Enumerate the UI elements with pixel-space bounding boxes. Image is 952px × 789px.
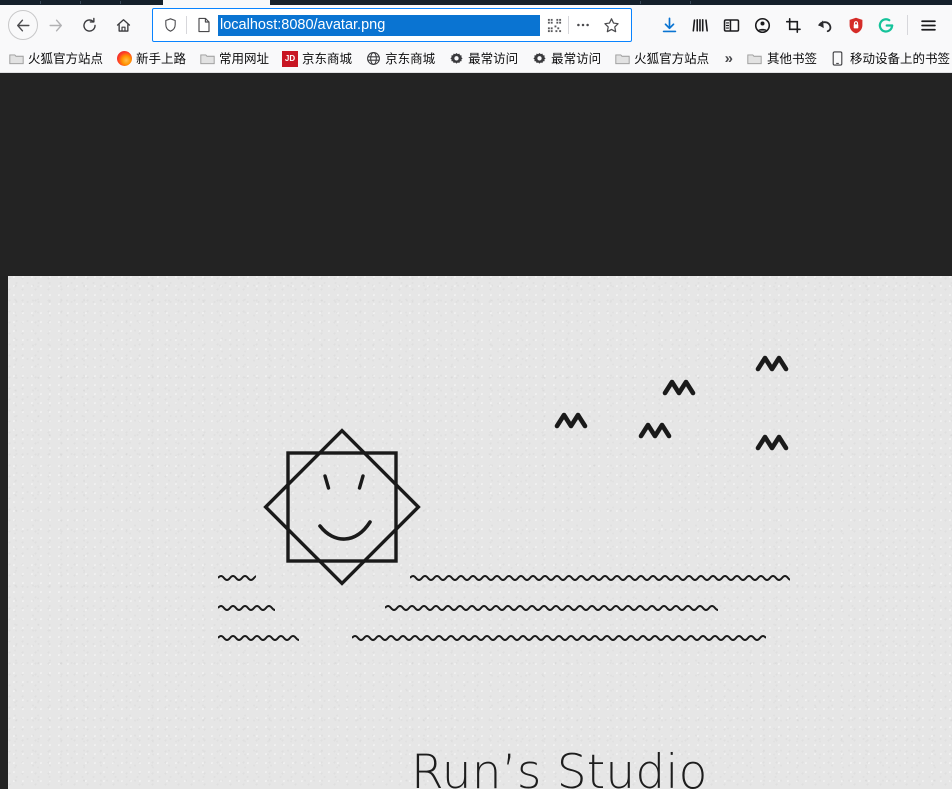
bookmark-item[interactable]: 最常访问 — [443, 48, 523, 70]
bookmark-item[interactable]: 火狐官方站点 — [3, 48, 108, 70]
logo-title: Run’s Studio — [411, 745, 708, 789]
viewer-backdrop — [0, 73, 952, 276]
back-button[interactable] — [8, 10, 38, 40]
globe-icon — [365, 51, 381, 67]
folder-icon — [8, 51, 24, 67]
undo-close-tab-icon[interactable] — [809, 9, 840, 41]
jd-favicon-icon: JD — [282, 50, 299, 67]
folder-icon — [747, 51, 763, 67]
reload-button[interactable] — [72, 8, 106, 42]
bookmark-label: 京东商城 — [302, 51, 353, 66]
browser-window: localhost:8080/avatar.png 火狐官方站点 新手上路 常用… — [0, 0, 952, 789]
library-icon[interactable] — [685, 9, 716, 41]
avatar-image[interactable]: Run’s Studio Since 2012 — [8, 276, 952, 789]
firefox-favicon-icon — [116, 51, 132, 67]
other-bookmarks-item[interactable]: 其他书签 — [742, 48, 822, 70]
ellipsis-icon[interactable] — [569, 11, 597, 39]
mobile-bookmarks-item[interactable]: 移动设备上的书签 — [825, 48, 952, 70]
wave-lines-group — [218, 575, 790, 641]
qr-code-icon[interactable] — [540, 11, 568, 39]
sidebar-icon[interactable] — [716, 9, 747, 41]
tab-separator — [80, 1, 81, 4]
mobile-device-icon — [830, 51, 846, 67]
gear-icon — [531, 51, 547, 67]
urlbar-actions — [540, 11, 631, 39]
bookmark-item[interactable]: 京东商城 — [360, 48, 440, 70]
hamburger-menu-icon[interactable] — [913, 9, 944, 41]
bookmark-label: 火狐官方站点 — [28, 51, 104, 66]
toolbar-separator — [907, 15, 908, 35]
bookmark-label: 新手上路 — [136, 51, 187, 66]
bookmark-item[interactable]: 最常访问 — [526, 48, 606, 70]
toolbar-right — [654, 9, 950, 41]
url-bar[interactable]: localhost:8080/avatar.png — [152, 8, 632, 42]
screenshot-icon[interactable] — [778, 9, 809, 41]
bookmark-item[interactable]: 火狐官方站点 — [609, 48, 714, 70]
site-identity-shield-icon[interactable] — [153, 17, 184, 33]
downloads-icon[interactable] — [654, 9, 685, 41]
tab-separator — [690, 1, 691, 4]
folder-icon — [199, 51, 215, 67]
bookmark-label: 火狐官方站点 — [634, 51, 710, 66]
folder-icon — [614, 51, 630, 67]
page-document-icon — [189, 17, 217, 33]
bookmark-item[interactable]: 常用网址 — [194, 48, 274, 70]
bookmark-label: 移动设备上的书签 — [849, 51, 950, 66]
account-icon[interactable] — [747, 9, 778, 41]
bookmark-star-icon[interactable] — [597, 11, 625, 39]
bookmark-item[interactable]: 新手上路 — [111, 48, 191, 70]
grammarly-icon[interactable] — [871, 9, 902, 41]
bookmark-label: 最常访问 — [468, 51, 519, 66]
urlbar-divider — [186, 16, 187, 34]
bookmark-label: 其他书签 — [766, 51, 817, 66]
bookmarks-toolbar: 火狐官方站点 新手上路 常用网址 JD 京东商城 京东商城 最常访问 最常访问 … — [0, 45, 952, 73]
gear-icon — [448, 51, 464, 67]
tab-separator — [40, 1, 41, 4]
tab-separator — [640, 1, 641, 4]
tab-separator — [120, 1, 121, 4]
double-chevron-right-icon[interactable]: » — [718, 50, 739, 67]
adblock-shield-icon[interactable] — [840, 9, 871, 41]
bookmark-item[interactable]: JD 京东商城 — [277, 48, 357, 70]
bookmark-label: 常用网址 — [219, 51, 270, 66]
forward-button[interactable] — [38, 8, 72, 42]
image-viewer-content: Run’s Studio Since 2012 — [0, 73, 952, 789]
bookmark-label: 最常访问 — [551, 51, 602, 66]
artwork: Run’s Studio Since 2012 — [8, 276, 952, 789]
bookmark-label: 京东商城 — [385, 51, 436, 66]
home-button[interactable] — [106, 8, 140, 42]
url-input[interactable]: localhost:8080/avatar.png — [218, 14, 540, 36]
navigation-toolbar: localhost:8080/avatar.png — [0, 5, 952, 45]
